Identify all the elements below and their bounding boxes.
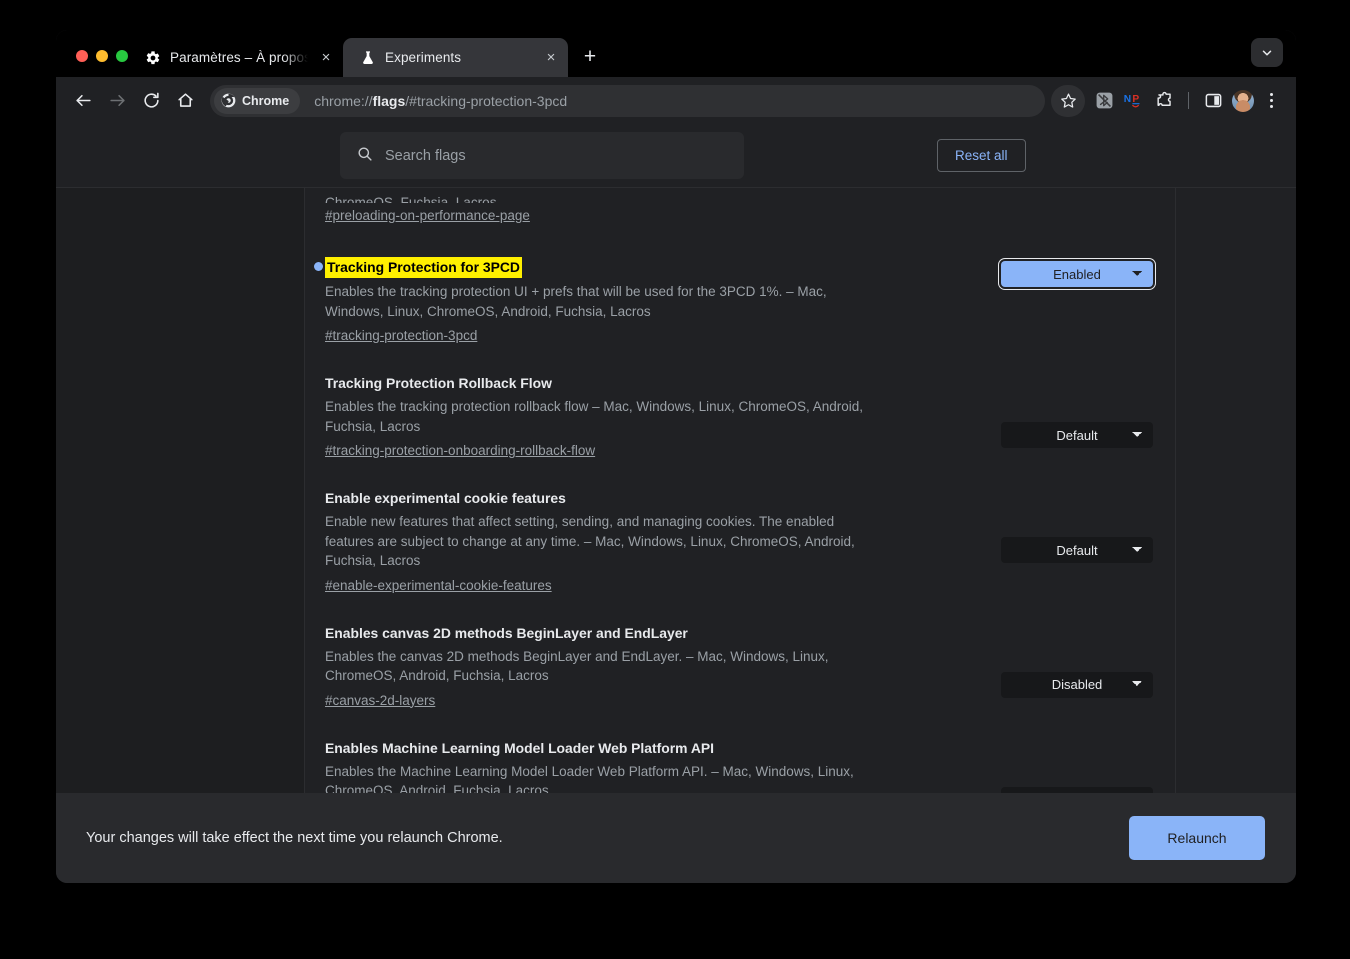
flag-description: Enables the tracking protection UI + pre… [325, 284, 827, 319]
flag-title: Enable experimental cookie features [325, 490, 566, 506]
avatar[interactable] [1232, 89, 1254, 112]
window-minimize-button[interactable] [96, 50, 108, 62]
tab-search-chevron-down-icon[interactable] [1251, 38, 1283, 67]
flag-entry: Tracking Protection Rollback Flow Enable… [325, 374, 1175, 460]
tab-title: Paramètres – À propos de Ch [170, 50, 308, 65]
chrome-chip[interactable]: Chrome [214, 87, 301, 114]
flags-header: Reset all [56, 124, 1296, 188]
flag-select-wrap: Default [1001, 489, 1153, 563]
tab-experiments[interactable]: Experiments × [343, 38, 568, 77]
flag-description: Enables the canvas 2D methods BeginLayer… [325, 648, 829, 684]
bluetooth-disabled-icon[interactable] [1089, 86, 1119, 116]
relaunch-message: Your changes will take effect the next t… [86, 830, 503, 846]
gear-icon [145, 50, 161, 66]
back-arrow-icon[interactable] [66, 84, 100, 118]
flag-title: Tracking Protection Rollback Flow [325, 375, 552, 391]
flag-select-wrap: Enabled [1001, 257, 1153, 287]
toolbar-divider [1188, 92, 1189, 109]
flag-text: Enables Machine Learning Model Loader We… [325, 739, 881, 794]
flag-title: Tracking Protection for 3PCD [325, 257, 522, 278]
chrome-chip-label: Chrome [242, 93, 290, 108]
puzzle-piece-icon[interactable] [1149, 86, 1179, 116]
address-bar[interactable]: Chrome chrome://flags/#tracking-protecti… [210, 84, 1045, 117]
flag-modified-dot-icon [314, 262, 323, 271]
tab-title: Experiments [385, 50, 462, 65]
tab-close-button[interactable]: × [317, 49, 335, 67]
traffic-lights [56, 50, 128, 77]
tab-settings[interactable]: Paramètres – À propos de Ch × [128, 38, 343, 77]
flag-link[interactable]: #enable-experimental-cookie-features [325, 576, 552, 595]
search-flags-container[interactable] [340, 132, 744, 179]
flag-title: Enables canvas 2D methods BeginLayer and… [325, 624, 688, 641]
browser-window: Paramètres – À propos de Ch × Experiment… [56, 30, 1296, 883]
flag-entry: Enables Machine Learning Model Loader We… [325, 739, 1175, 794]
flags-right-gutter [1176, 188, 1296, 793]
flag-select-tracking-protection-onboarding-rollback-flow[interactable]: Default [1001, 422, 1153, 448]
window-close-button[interactable] [76, 50, 88, 62]
flag-text: Tracking Protection Rollback Flow Enable… [325, 374, 881, 460]
svg-text:N: N [1124, 94, 1131, 105]
flags-page: Reset all ChromeOS, Fuchsia, Lacros #pre… [56, 124, 1296, 883]
search-input[interactable] [385, 147, 728, 164]
side-panel-icon[interactable] [1198, 86, 1228, 116]
flag-link[interactable]: #canvas-2d-layers [325, 691, 435, 710]
relaunch-button[interactable]: Relaunch [1129, 816, 1265, 860]
window-maximize-button[interactable] [116, 50, 128, 62]
flag-select-wrap: Default [1001, 374, 1153, 448]
reload-icon[interactable] [134, 84, 168, 118]
flag-description: Enable new features that affect setting,… [325, 514, 855, 568]
flag-entry-partial: ChromeOS, Fuchsia, Lacros #preloading-on… [325, 188, 1175, 225]
flag-entry: Enable experimental cookie features Enab… [325, 489, 1175, 595]
flags-body: ChromeOS, Fuchsia, Lacros #preloading-on… [56, 188, 1296, 793]
url-suffix: /#tracking-protection-3pcd [405, 92, 568, 109]
flag-select-enable-experimental-cookie-features[interactable]: Default [1001, 537, 1153, 563]
flag-text: Enable experimental cookie features Enab… [325, 489, 881, 595]
flag-description: Enables the Machine Learning Model Loade… [325, 763, 854, 794]
url-host: flags [372, 92, 406, 109]
relaunch-bar: Your changes will take effect the next t… [56, 793, 1296, 883]
address-bar-url[interactable]: chrome://flags/#tracking-protection-3pcd [314, 93, 1041, 109]
flag-description-clipped: ChromeOS, Fuchsia, Lacros [325, 195, 497, 203]
chrome-logo-icon [221, 93, 236, 108]
flask-icon [360, 50, 376, 66]
flag-select-wrap: Default [1001, 739, 1153, 793]
flags-sidebar [56, 188, 305, 793]
reset-all-button[interactable]: Reset all [937, 139, 1026, 172]
url-prefix: chrome:// [314, 92, 373, 109]
flag-entry: Enables canvas 2D methods BeginLayer and… [325, 624, 1175, 710]
flag-select-canvas-2d-layers[interactable]: Disabled [1001, 671, 1153, 698]
flag-select-tracking-protection-3pcd[interactable]: Enabled [1001, 261, 1153, 287]
flag-link[interactable]: #tracking-protection-onboarding-rollback… [325, 441, 595, 460]
new-tab-button[interactable]: + [575, 42, 605, 72]
home-icon[interactable] [168, 84, 202, 118]
flags-list: ChromeOS, Fuchsia, Lacros #preloading-on… [305, 188, 1176, 793]
tab-strip: Paramètres – À propos de Ch × Experiment… [56, 30, 1296, 77]
flag-text: Tracking Protection for 3PCD Enables the… [314, 257, 881, 345]
flag-entry: Tracking Protection for 3PCD Enables the… [314, 257, 1175, 345]
flag-link[interactable]: #tracking-protection-3pcd [325, 326, 477, 345]
flag-description: Enables the tracking protection rollback… [325, 399, 864, 434]
flag-select-wrap: Disabled [1001, 624, 1153, 698]
three-dot-menu-icon[interactable] [1258, 86, 1284, 116]
flag-title: Enables Machine Learning Model Loader We… [325, 739, 715, 756]
browser-toolbar: Chrome chrome://flags/#tracking-protecti… [56, 77, 1296, 124]
np-extension-icon[interactable]: N P [1119, 86, 1149, 116]
forward-arrow-icon[interactable] [100, 84, 134, 118]
search-icon [356, 145, 373, 167]
flag-link[interactable]: #preloading-on-performance-page [325, 206, 530, 225]
star-icon[interactable] [1051, 84, 1085, 117]
flag-text: Enables canvas 2D methods BeginLayer and… [325, 624, 881, 710]
tab-close-button[interactable]: × [542, 49, 560, 67]
flag-select-enable-machine-learning-model-loader-web-platform-api[interactable]: Default [1001, 786, 1153, 793]
